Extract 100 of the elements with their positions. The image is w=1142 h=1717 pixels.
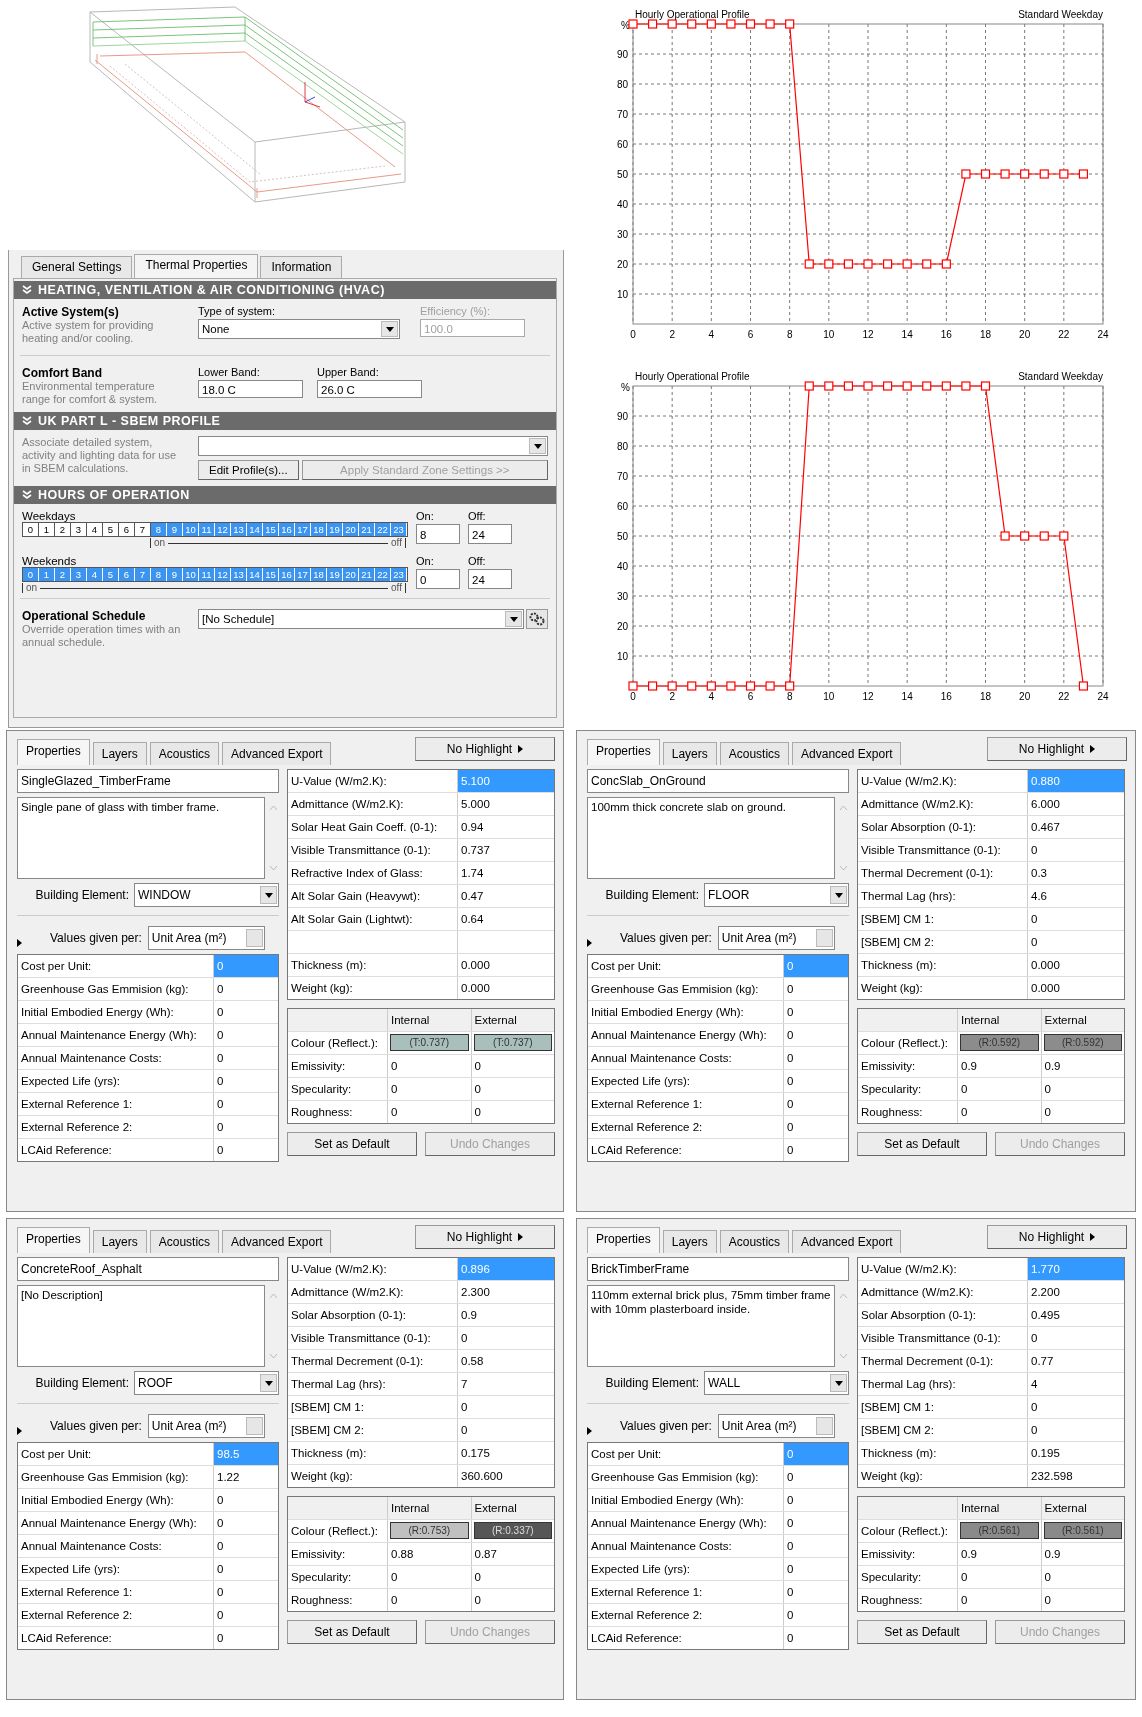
material-name-field[interactable]: SingleGlazed_TimberFrame	[17, 769, 279, 793]
highlight-button[interactable]: No Highlight	[415, 737, 555, 761]
colour-swatch[interactable]: (R:0.337)	[473, 1522, 552, 1539]
table-cell[interactable]: 0	[214, 1024, 278, 1046]
table-cell[interactable]: 0	[214, 1581, 278, 1603]
table-cell[interactable]: 0	[784, 1535, 848, 1557]
building-element-dropdown[interactable]: ROOF	[134, 1371, 279, 1395]
material-tab[interactable]: Advanced Export	[222, 1230, 332, 1253]
zone-tab[interactable]: General Settings	[21, 256, 133, 278]
table-cell[interactable]: 0	[784, 1558, 848, 1580]
material-tab[interactable]: Acoustics	[149, 742, 220, 765]
hour-cell[interactable]: 7	[135, 523, 151, 536]
table-cell[interactable]: 0	[214, 1604, 278, 1626]
profile-button[interactable]: Edit Profile(s)...	[198, 460, 299, 480]
table-cell[interactable]: 0.58	[458, 1350, 554, 1372]
table-cell[interactable]: 0	[388, 1078, 472, 1100]
lower-band-field[interactable]: 18.0 C	[198, 380, 303, 398]
upper-band-field[interactable]: 26.0 C	[317, 380, 422, 398]
table-cell[interactable]: 0.3	[1028, 862, 1124, 884]
table-cell[interactable]: 0.9	[1041, 1055, 1124, 1077]
hour-cell[interactable]: 2	[55, 523, 71, 536]
table-cell[interactable]: 0	[1041, 1589, 1124, 1611]
table-cell[interactable]: 0.94	[458, 816, 554, 838]
table-cell[interactable]: 0	[784, 1047, 848, 1069]
table-cell[interactable]: 1.74	[458, 862, 554, 884]
table-cell[interactable]: 0	[214, 1139, 278, 1161]
on-hour-field[interactable]: 0	[416, 569, 460, 589]
description-field[interactable]: 100mm thick concrete slab on ground.	[587, 797, 835, 879]
table-cell[interactable]: 0	[784, 1024, 848, 1046]
table-cell[interactable]: 0	[214, 1116, 278, 1138]
table-cell[interactable]: 0	[784, 1070, 848, 1092]
table-cell[interactable]: 0	[214, 1558, 278, 1580]
table-cell[interactable]: 0	[958, 1589, 1042, 1611]
highlight-button[interactable]: No Highlight	[415, 1225, 555, 1249]
colour-swatch[interactable]: (R:0.561)	[960, 1522, 1039, 1539]
table-cell[interactable]: 0.87	[471, 1543, 554, 1565]
table-cell[interactable]: 4.6	[1028, 885, 1124, 907]
table-cell[interactable]: 2.200	[1028, 1281, 1124, 1303]
material-action-button[interactable]: Set as Default	[857, 1132, 987, 1156]
colour-swatch[interactable]: (R:0.753)	[390, 1522, 469, 1539]
zone-tab[interactable]: Information	[260, 256, 343, 278]
table-cell[interactable]: 0	[784, 1139, 848, 1161]
table-cell[interactable]: 0	[214, 1047, 278, 1069]
table-cell[interactable]: 0	[214, 1001, 278, 1023]
table-cell[interactable]: 0.9	[1041, 1543, 1124, 1565]
table-cell[interactable]: 0.000	[458, 954, 554, 976]
material-action-button[interactable]: Set as Default	[287, 1132, 417, 1156]
table-cell[interactable]: 0	[1028, 1327, 1124, 1349]
table-cell[interactable]: 0	[214, 1512, 278, 1534]
table-cell[interactable]: 0.64	[458, 908, 554, 930]
schedule-editor-button[interactable]	[526, 609, 548, 629]
material-tab[interactable]: Layers	[92, 742, 147, 765]
table-cell[interactable]: 0	[458, 1327, 554, 1349]
table-cell[interactable]: 0	[784, 1001, 848, 1023]
table-cell[interactable]: 0.737	[458, 839, 554, 861]
table-cell[interactable]: 0.000	[458, 977, 554, 999]
material-tab[interactable]: Acoustics	[719, 1230, 790, 1253]
table-cell[interactable]: 1.22	[214, 1466, 278, 1488]
expand-arrow-icon[interactable]	[587, 1427, 592, 1435]
highlight-button[interactable]: No Highlight	[987, 737, 1127, 761]
table-cell[interactable]: 0	[471, 1078, 554, 1100]
table-cell[interactable]: 0	[1028, 1419, 1124, 1441]
table-cell[interactable]: 0	[214, 1627, 278, 1649]
values-per-dropdown[interactable]: Unit Area (m²)	[147, 1414, 265, 1438]
material-tab[interactable]: Properties	[17, 739, 90, 765]
table-cell[interactable]: 0.175	[458, 1442, 554, 1464]
caret-icon[interactable]	[381, 321, 398, 337]
table-cell[interactable]: 0	[1041, 1078, 1124, 1100]
table-cell[interactable]: 0	[471, 1589, 554, 1611]
description-field[interactable]: Single pane of glass with timber frame.	[17, 797, 265, 879]
caret-icon[interactable]	[505, 611, 522, 627]
hour-cell[interactable]: 4	[87, 523, 103, 536]
table-cell[interactable]: 0	[214, 1070, 278, 1092]
table-cell[interactable]: 4	[1028, 1373, 1124, 1395]
table-cell[interactable]: 0	[784, 978, 848, 1000]
table-cell[interactable]: 0	[1028, 839, 1124, 861]
colour-swatch[interactable]: (T:0.737)	[390, 1034, 469, 1051]
table-cell[interactable]: 0.88	[388, 1543, 472, 1565]
table-cell[interactable]: 0	[458, 1419, 554, 1441]
caret-icon[interactable]	[830, 886, 847, 904]
table-cell[interactable]: 0	[471, 1055, 554, 1077]
hour-cell[interactable]: 5	[103, 523, 119, 536]
table-cell[interactable]: 0	[958, 1101, 1042, 1123]
hour-cell[interactable]: 3	[71, 523, 87, 536]
table-cell[interactable]: 0	[214, 978, 278, 1000]
table-cell[interactable]: 232.598	[1028, 1465, 1124, 1487]
table-cell[interactable]: 0.47	[458, 885, 554, 907]
building-element-dropdown[interactable]: FLOOR	[704, 883, 849, 907]
values-per-dropdown[interactable]: Unit Area (m²)	[717, 1414, 835, 1438]
table-cell[interactable]: 0	[458, 1396, 554, 1418]
material-tab[interactable]: Layers	[662, 742, 717, 765]
expand-arrow-icon[interactable]	[587, 939, 592, 947]
table-cell[interactable]: 0	[958, 1078, 1042, 1100]
table-cell[interactable]: 0.9	[458, 1304, 554, 1326]
table-cell[interactable]: 0	[214, 1489, 278, 1511]
material-tab[interactable]: Acoustics	[149, 1230, 220, 1253]
colour-swatch[interactable]: (T:0.737)	[473, 1034, 552, 1051]
table-cell[interactable]: 0.9	[958, 1543, 1042, 1565]
description-field[interactable]: 110mm external brick plus, 75mm timber frame with 10mm plasterboard inside.	[587, 1285, 835, 1367]
hour-cell[interactable]: 0	[23, 523, 39, 536]
